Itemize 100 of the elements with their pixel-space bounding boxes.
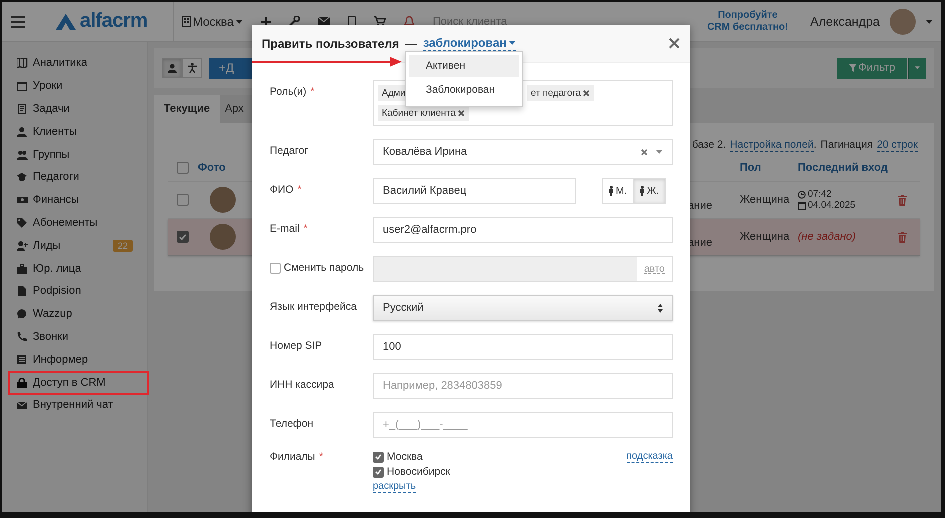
stick-figure-icon (188, 63, 196, 73)
map-icon (17, 58, 28, 68)
field-label: ФИО (270, 184, 294, 196)
language-select[interactable]: Русский (373, 295, 673, 321)
banknote-icon (17, 195, 28, 206)
envelope-icon (17, 400, 28, 410)
sidebar-item[interactable]: Podpision (2, 280, 147, 303)
view-toggle[interactable] (182, 58, 202, 78)
field-label: Телефон (270, 418, 314, 430)
tab[interactable]: Текущие (154, 95, 220, 123)
field-label: Филиалы (270, 451, 316, 463)
column-header: Пол (740, 162, 762, 174)
trial-link[interactable]: Попробуйте CRM бесплатно! (707, 10, 788, 34)
teacher-select[interactable]: Ковалёва Ирина (373, 139, 673, 165)
field-label: ИНН кассира (270, 379, 334, 391)
clear-icon (641, 148, 648, 156)
pagination-link[interactable]: 20 строк (877, 138, 918, 152)
remove-icon (458, 110, 465, 116)
field-label: Номер SIP (270, 340, 322, 352)
sidebar-item[interactable]: Клиенты (2, 120, 147, 144)
gender-button[interactable]: Ж. (633, 179, 666, 203)
remove-icon (583, 90, 590, 96)
menu-item[interactable]: Активен (409, 55, 519, 77)
check-icon (375, 454, 382, 460)
sidebar-item[interactable]: Wazzup (2, 302, 147, 326)
branch-checkbox[interactable]: Новосибирск (373, 466, 450, 478)
text-field[interactable]: user2@alfacrm.pro (373, 217, 673, 243)
lock-icon (17, 378, 28, 388)
chat-bubble-icon (17, 309, 28, 320)
people-icon (17, 150, 28, 160)
checkbox[interactable] (177, 162, 189, 174)
trash-icon (898, 194, 907, 206)
calendar-icon (17, 81, 28, 92)
table-cell: Женщина (740, 194, 790, 206)
sidebar-item[interactable]: Внутренний чат (2, 394, 147, 417)
sidebar-item[interactable]: Доступ в CRM (2, 371, 147, 394)
hint-link[interactable]: подсказка (626, 451, 673, 463)
table-cell: (не задано) (798, 230, 856, 242)
expand-link[interactable]: раскрыть (373, 481, 416, 493)
sidebar-item[interactable]: Финансы (2, 188, 147, 212)
branch-selector[interactable]: Москва (173, 2, 247, 42)
time-text: 07:42 (808, 189, 832, 200)
close-button[interactable] (669, 38, 680, 49)
change-password-checkbox[interactable]: Сменить пароль (270, 262, 364, 274)
sidebar-item[interactable]: Информер (2, 348, 147, 372)
required-asterisk: * (319, 451, 324, 463)
name-field[interactable]: Василий Кравец (373, 178, 576, 204)
count-badge: 22 (112, 240, 133, 252)
person-plus-icon (17, 240, 28, 251)
sidebar-item[interactable]: Звонки (2, 326, 147, 348)
trash-icon (898, 232, 907, 242)
required-asterisk: * (298, 184, 302, 196)
caret-icon (926, 20, 933, 24)
sidebar-item[interactable]: Группы (2, 143, 147, 166)
text-field[interactable]: +_(___)___-____ (373, 412, 673, 438)
building-icon (182, 16, 191, 27)
close-icon (669, 38, 680, 49)
field-label: Язык интерфейса (270, 301, 357, 313)
column-header: Фото (198, 162, 227, 174)
check-icon (179, 234, 187, 240)
checkbox[interactable] (177, 231, 189, 243)
record-count: базе 2. (692, 139, 726, 151)
date-text: 04.04.2025 (808, 200, 856, 211)
briefcase-icon (17, 264, 28, 274)
delete-button[interactable] (898, 232, 907, 242)
text-field[interactable]: 100 (373, 334, 673, 360)
sidebar-item[interactable]: Педагоги (2, 166, 147, 189)
text-field[interactable]: Например, 2834803859 (373, 373, 673, 399)
caret-icon (915, 66, 920, 70)
person-icon (168, 64, 176, 72)
newspaper-icon (17, 354, 28, 365)
logo-triangle-icon (55, 12, 77, 30)
role-tag: ет педагога (527, 85, 594, 101)
up-down-arrows-icon (658, 304, 663, 312)
sidebar-item[interactable]: Абонементы (2, 212, 147, 234)
sidebar-item[interactable]: Уроки (2, 74, 147, 98)
branch-checkbox[interactable]: Москва (373, 451, 450, 463)
dash: — (405, 36, 418, 50)
clipboard-icon (17, 104, 28, 114)
sidebar-item[interactable]: Юр. лица (2, 257, 147, 280)
sidebar-item[interactable]: Аналитика (2, 52, 147, 75)
person-icon (17, 126, 28, 137)
filter-dropdown-button[interactable] (908, 58, 926, 78)
delete-button[interactable] (898, 194, 907, 206)
table-cell: Женщина (740, 231, 790, 243)
person-icon (609, 186, 614, 196)
view-toggle[interactable] (162, 58, 182, 78)
graduation-cap-icon (17, 172, 28, 182)
required-asterisk: * (310, 86, 315, 98)
checkbox[interactable] (177, 194, 189, 206)
tag-icon (17, 218, 28, 228)
tab[interactable]: Арх (220, 95, 254, 123)
caret-icon (656, 150, 663, 154)
user-name: Александра (810, 14, 880, 28)
field-settings-link[interactable]: Настройка полей (730, 138, 814, 152)
sidebar-item[interactable]: Лиды 22 (2, 234, 147, 258)
dialog-title: Править пользователя (262, 36, 400, 50)
period-mark: . (814, 139, 817, 151)
sidebar-item[interactable]: Задачи (2, 98, 147, 120)
field-label: Педагог (270, 145, 308, 157)
